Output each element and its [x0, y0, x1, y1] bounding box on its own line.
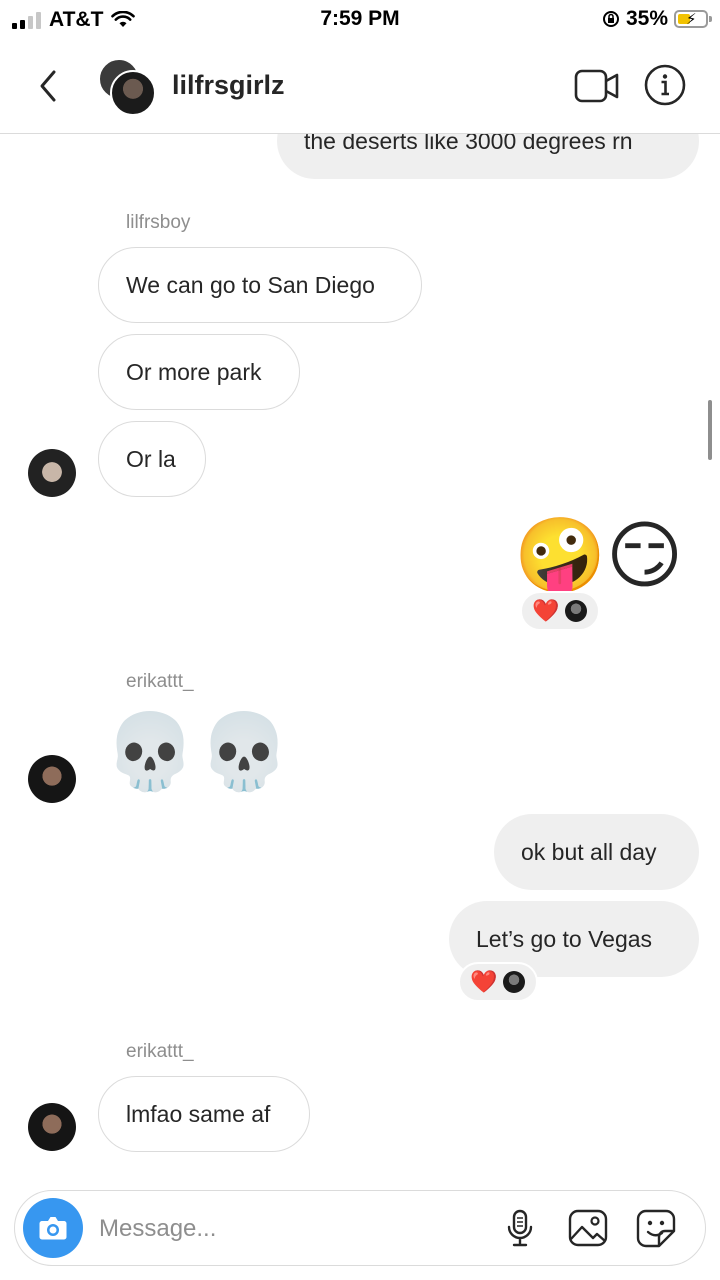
camera-button[interactable]: [23, 1198, 83, 1258]
reaction-badge[interactable]: ❤️: [458, 962, 538, 1002]
reactor-avatar: [565, 600, 588, 622]
emoji-message-outgoing[interactable]: 😏: [606, 519, 683, 593]
message-text: Or la: [126, 445, 176, 472]
emoji-message-outgoing[interactable]: 🤪: [514, 519, 606, 593]
status-bar: AT&T 7:59 PM 35% ⚡: [0, 0, 720, 40]
orientation-lock-icon: [602, 11, 619, 27]
sender-name: erikattt_: [126, 1041, 194, 1062]
sticker-icon[interactable]: [635, 1207, 677, 1249]
scrollbar[interactable]: [708, 400, 712, 460]
message-text: Or more park: [126, 358, 262, 385]
sender-name: lilfrsboy: [126, 212, 191, 233]
sender-name: erikattt_: [126, 671, 194, 692]
message-text: We can go to San Diego: [126, 271, 375, 298]
video-call-icon[interactable]: [574, 68, 620, 104]
message-composer: [14, 1190, 706, 1266]
battery-icon: ⚡: [674, 10, 712, 28]
avatar[interactable]: [28, 1103, 76, 1151]
message-text: the deserts like 3000 degrees rn: [304, 133, 633, 154]
back-icon[interactable]: [34, 66, 64, 106]
heart-icon: ❤️: [532, 598, 560, 623]
message-bubble-incoming[interactable]: Or la: [98, 421, 206, 497]
message-bubble-incoming[interactable]: lmfao same af: [98, 1076, 310, 1152]
message-bubble-incoming[interactable]: Or more park: [98, 334, 300, 410]
message-input[interactable]: [97, 1209, 481, 1249]
message-text: ok but all day: [521, 838, 657, 865]
emoji-message-incoming[interactable]: 💀: [104, 715, 196, 789]
message-bubble-incoming[interactable]: We can go to San Diego: [98, 247, 422, 323]
message-text: lmfao same af: [126, 1100, 271, 1127]
info-icon[interactable]: [644, 64, 686, 106]
avatar[interactable]: [28, 755, 76, 803]
emoji-message-incoming[interactable]: 💀: [198, 715, 290, 789]
microphone-icon[interactable]: [499, 1207, 541, 1249]
battery-percent: 35%: [625, 7, 668, 30]
camera-icon: [39, 1217, 67, 1240]
message-bubble-outgoing[interactable]: the deserts like 3000 degrees rn: [277, 133, 699, 179]
reactor-avatar: [503, 971, 526, 993]
reaction-badge[interactable]: ❤️: [520, 591, 600, 631]
chat-title[interactable]: lilfrsgirlz: [172, 70, 285, 101]
gallery-icon[interactable]: [567, 1207, 609, 1249]
message-bubble-outgoing[interactable]: ok but all day: [494, 814, 699, 890]
message-list[interactable]: the deserts like 3000 degrees rn lilfrsb…: [0, 133, 720, 1185]
message-text: Let’s go to Vegas: [476, 925, 653, 952]
avatar[interactable]: [28, 449, 76, 497]
group-avatar[interactable]: [98, 58, 156, 116]
heart-icon: ❤️: [470, 969, 498, 994]
chat-header: lilfrsgirlz: [0, 40, 720, 134]
